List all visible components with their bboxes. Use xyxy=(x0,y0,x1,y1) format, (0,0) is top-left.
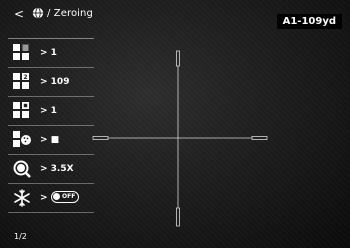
reticle-color-icon xyxy=(13,131,31,147)
menu-item-4[interactable]: > ■ xyxy=(8,126,94,155)
reticle-left-post xyxy=(92,136,109,140)
snowflake-icon xyxy=(14,189,30,207)
menu-value: > 1 xyxy=(40,48,57,58)
menu-item-3[interactable]: > 1 xyxy=(8,97,94,126)
menu-value: > 109 xyxy=(40,77,70,87)
menu-value: > 3.5X xyxy=(40,164,74,174)
menu-item-6[interactable]: > OFF xyxy=(8,184,94,213)
top-bar: < / Zeroing A1-109yd xyxy=(0,0,350,29)
menu-item-5[interactable]: > 3.5X xyxy=(8,155,94,184)
grid-reticle-icon xyxy=(13,102,29,118)
reticle-top-post xyxy=(176,50,180,67)
freeze-toggle[interactable]: OFF xyxy=(51,191,79,203)
page-title: / Zeroing xyxy=(47,8,93,19)
grid-number-icon: 2 xyxy=(13,73,29,89)
menu-value: > xyxy=(40,193,48,203)
svg-text:2: 2 xyxy=(23,74,27,81)
back-chevron-icon[interactable]: < xyxy=(14,8,24,20)
globe-icon xyxy=(32,7,44,19)
menu-item-1[interactable]: > 1 xyxy=(8,39,94,68)
page-indicator: 1/2 xyxy=(14,232,27,241)
zoom-icon xyxy=(13,160,31,178)
toggle-knob xyxy=(53,193,60,200)
toggle-state: OFF xyxy=(62,193,76,200)
menu-value: > 1 xyxy=(40,106,57,116)
menu-value: > ■ xyxy=(40,135,60,145)
grid-icon xyxy=(13,44,29,60)
profile-badge: A1-109yd xyxy=(276,14,342,29)
viewfinder-screen: < / Zeroing A1-109yd > 1 2 > 109 > 1 > ■… xyxy=(0,0,350,248)
reticle-bottom-post xyxy=(176,207,180,227)
menu-item-2[interactable]: 2 > 109 xyxy=(8,68,94,97)
reticle-right-post xyxy=(251,136,268,140)
